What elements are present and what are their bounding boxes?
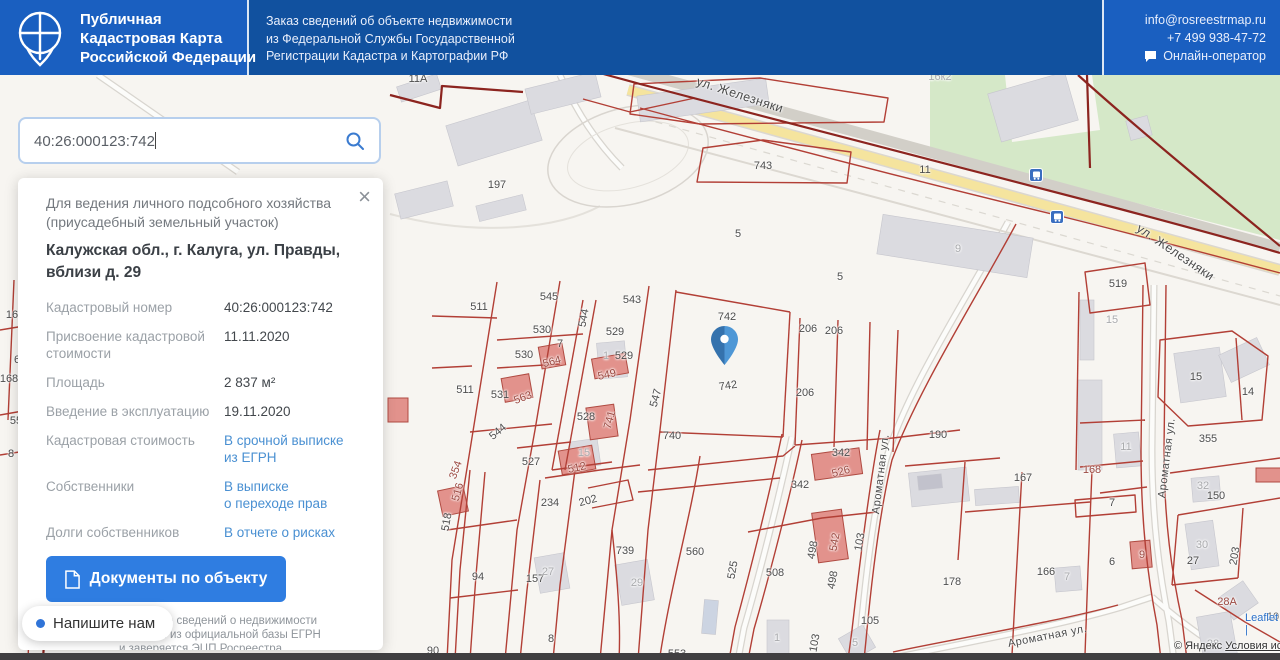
info-row-link[interactable]: В выписке о переходе прав <box>224 478 355 512</box>
document-icon <box>65 570 80 589</box>
brand-logo-block[interactable]: Публичная Кадастровая Карта Российской Ф… <box>14 8 256 68</box>
email-link[interactable]: info@rosreestrmap.ru <box>1144 11 1266 29</box>
info-row-label: Кадастровый номер <box>46 299 224 316</box>
yandex-attribution: © Яндекс Условия испол <box>1174 640 1280 652</box>
brand-title: Публичная Кадастровая Карта Российской Ф… <box>80 10 256 67</box>
search-input[interactable]: 40:26:000123:742 <box>34 132 345 150</box>
info-row-label: Долги собственников <box>46 524 224 541</box>
info-row-label: Присвоение кадастровой стоимости <box>46 328 224 362</box>
bus-stop-icon[interactable] <box>1029 168 1043 182</box>
header-contacts: info@rosreestrmap.ru +7 499 938-47-72 Он… <box>1144 11 1266 65</box>
parcel-attributes: Кадастровый номер40:26:000123:742Присвое… <box>46 299 355 541</box>
info-row-label: Кадастровая стоимость <box>46 432 224 466</box>
bus-stop-icon[interactable] <box>1050 210 1064 224</box>
header: Публичная Кадастровая Карта Российской Ф… <box>0 0 1280 75</box>
cadastral-map-logo-icon <box>14 8 66 68</box>
info-row: Введение в эксплуатацию19.11.2020 <box>46 403 355 420</box>
text-caret <box>155 132 156 149</box>
bottom-strip <box>0 653 1280 660</box>
terms-of-use-link[interactable]: Условия испол <box>1225 640 1280 652</box>
land-use-description: Для ведения личного подсобного хозяйства… <box>46 194 355 232</box>
chat-status-dot-icon <box>36 619 45 628</box>
online-operator-link[interactable]: Онлайн-оператор <box>1144 47 1266 65</box>
info-row-value: 11.11.2020 <box>224 328 355 362</box>
info-row-value: 2 837 м² <box>224 374 355 391</box>
info-row-value: 40:26:000123:742 <box>224 299 355 316</box>
chat-bubble-icon <box>1144 50 1157 62</box>
close-icon[interactable]: × <box>358 186 371 208</box>
info-row-label: Введение в эксплуатацию <box>46 403 224 420</box>
info-row-label: Собственники <box>46 478 224 512</box>
parcel-address: Калужская обл., г. Калуга, ул. Правды, в… <box>46 240 355 284</box>
documents-button[interactable]: Документы по объекту <box>46 556 286 602</box>
location-pin-icon <box>711 326 738 365</box>
search-bar[interactable]: 40:26:000123:742 <box>18 117 381 164</box>
leaflet-attribution[interactable]: Leaflet | <box>1245 612 1280 636</box>
header-divider <box>1102 0 1104 75</box>
info-row-link[interactable]: В отчете о рисках <box>224 524 355 541</box>
info-row-link[interactable]: В срочной выписке из ЕГРН <box>224 432 355 466</box>
info-row-label: Площадь <box>46 374 224 391</box>
info-row: Присвоение кадастровой стоимости11.11.20… <box>46 328 355 362</box>
public-cadastral-map-app: 11А7431116к21979555191515143551116832150… <box>0 0 1280 660</box>
info-row-value: 19.11.2020 <box>224 403 355 420</box>
search-icon[interactable] <box>345 131 365 151</box>
info-row: Кадастровая стоимостьВ срочной выписке и… <box>46 432 355 466</box>
info-row: Площадь2 837 м² <box>46 374 355 391</box>
info-row: СобственникиВ выписке о переходе прав <box>46 478 355 512</box>
yandex-copyright: © Яндекс <box>1174 640 1222 652</box>
header-service-text: Заказ сведений об объекте недвижимости и… <box>266 13 515 66</box>
phone-number[interactable]: +7 499 938-47-72 <box>1144 29 1266 47</box>
parcel-info-panel: × Для ведения личного подсобного хозяйст… <box>18 178 383 650</box>
info-row: Кадастровый номер40:26:000123:742 <box>46 299 355 316</box>
write-to-us-button[interactable]: Напишите нам <box>22 606 173 641</box>
info-row: Долги собственниковВ отчете о рисках <box>46 524 355 541</box>
